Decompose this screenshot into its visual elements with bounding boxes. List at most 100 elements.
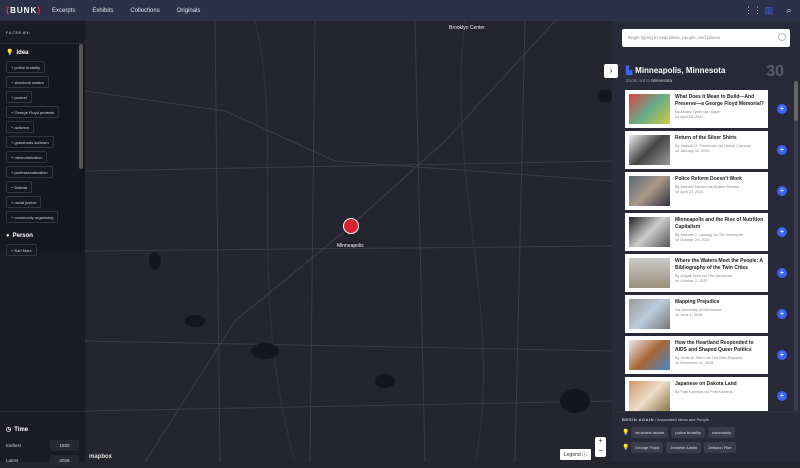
idea-tag[interactable]: + racial justice bbox=[6, 196, 42, 208]
add-button[interactable]: + bbox=[777, 391, 787, 401]
card-date: on April 23, 2021 bbox=[675, 190, 704, 194]
spinner-icon bbox=[778, 33, 786, 41]
person-icon: 💡 bbox=[622, 445, 630, 451]
map-search-input[interactable]: Begin typing to map ideas, people, and p… bbox=[622, 29, 790, 47]
card-title[interactable]: Mapping Prejudice bbox=[675, 299, 721, 306]
add-button[interactable]: + bbox=[777, 350, 787, 360]
result-card[interactable]: How the Heartland Responded to AIDS and … bbox=[625, 336, 787, 374]
idea-tag[interactable]: + activism bbox=[6, 121, 34, 133]
map-label-minneapolis: Minneapolis bbox=[337, 243, 364, 249]
earliest-input[interactable]: 1820 bbox=[50, 440, 79, 451]
clock-icon: ◷ bbox=[6, 427, 12, 433]
card-date: on October 20, 2020 bbox=[675, 238, 710, 242]
time-heading: Time bbox=[14, 426, 29, 433]
zoom-controls: + − bbox=[595, 437, 606, 457]
idea-filter-section: 💡 Idea + police brutality + structural ra… bbox=[0, 43, 85, 249]
add-button[interactable]: + bbox=[777, 145, 787, 155]
panel-scrollbar[interactable] bbox=[794, 81, 798, 411]
idea-tag[interactable]: + professionalization bbox=[6, 166, 53, 178]
idea-tag[interactable]: + Dakota bbox=[6, 181, 33, 193]
person-tag[interactable]: + Karl Marx bbox=[6, 244, 37, 256]
idea-tag[interactable]: + protest bbox=[6, 91, 32, 103]
person-chip[interactable]: Zebulon Pike bbox=[704, 442, 736, 453]
person-chip[interactable]: Jeanelle Austin bbox=[666, 442, 702, 453]
result-card[interactable]: What Does It Mean to Build—And Preserve—… bbox=[625, 90, 787, 128]
map-icon[interactable]: ▥ bbox=[764, 5, 774, 15]
card-title[interactable]: How the Heartland Responded to AIDS and … bbox=[675, 340, 764, 354]
city-icon: ▙ bbox=[626, 66, 633, 75]
person-icon: ● bbox=[6, 233, 10, 239]
idea-tag[interactable]: + police brutality bbox=[6, 61, 46, 73]
result-card[interactable]: Minneapolis and the Rise of Nutrition Ca… bbox=[625, 213, 787, 251]
begin-again-section: BEGIN AGAIN / Associated Ideas and Peopl… bbox=[612, 411, 800, 462]
nav-exhibits[interactable]: Exhibits bbox=[92, 8, 113, 14]
mapbox-attribution[interactable]: mapbox bbox=[89, 454, 112, 460]
lightbulb-icon: 💡 bbox=[6, 50, 14, 56]
card-title[interactable]: Japanese on Dakota Land bbox=[675, 381, 737, 388]
card-thumbnail bbox=[629, 176, 670, 206]
idea-tag[interactable]: + memorialization bbox=[6, 151, 48, 163]
nav-collections[interactable]: Collections bbox=[130, 8, 159, 14]
card-thumbnail bbox=[629, 217, 670, 247]
collapse-panel-button[interactable]: › bbox=[604, 64, 618, 78]
earliest-label: Earliest bbox=[6, 443, 22, 448]
idea-tag[interactable]: + grassroots activism bbox=[6, 136, 54, 148]
idea-tag[interactable]: + George Floyd protests bbox=[6, 106, 60, 118]
begin-again-sub: / Associated Ideas and People bbox=[655, 417, 709, 422]
grid-icon[interactable]: ⋮⋮ bbox=[744, 5, 762, 15]
map-canvas[interactable]: Brooklyn Center Minneapolis mapbox Legen… bbox=[85, 21, 612, 462]
location-marker[interactable] bbox=[343, 218, 359, 234]
nav-originals[interactable]: Originals bbox=[177, 8, 201, 14]
result-count: 30 bbox=[766, 63, 784, 80]
add-button[interactable]: + bbox=[777, 309, 787, 319]
result-card[interactable]: Return of the Silver Shirts By Samuel G. … bbox=[625, 131, 787, 169]
result-card[interactable]: Japanese on Dakota Land By Patti Kameya v… bbox=[625, 377, 787, 415]
bunk-logo[interactable]: {BUNK} bbox=[6, 6, 52, 15]
person-filter-section: ● Person + Karl Marx bbox=[0, 228, 85, 259]
idea-tag[interactable]: + structural racism bbox=[6, 76, 49, 88]
card-date: on October 2, 2020 bbox=[675, 279, 708, 283]
card-title[interactable]: Minneapolis and the Rise of Nutrition Ca… bbox=[675, 217, 764, 231]
latest-input[interactable]: 2026 bbox=[50, 455, 79, 466]
sidebar-scrollbar[interactable] bbox=[79, 44, 83, 169]
card-date: on November 11, 2025 bbox=[675, 361, 714, 365]
map-label-brooklyn-center: Brooklyn Center bbox=[449, 25, 485, 31]
search-icon[interactable]: ⌕ bbox=[784, 5, 794, 15]
zoom-out-button[interactable]: − bbox=[595, 447, 606, 457]
person-heading: Person bbox=[12, 233, 33, 239]
nav-excerpts[interactable]: Excerpts bbox=[52, 8, 75, 14]
map-roads bbox=[85, 21, 612, 462]
idea-tag[interactable]: + community organizing bbox=[6, 211, 59, 223]
result-card[interactable]: Mapping Prejudice Via University of Minne… bbox=[625, 295, 787, 333]
idea-chip[interactable]: community bbox=[707, 427, 736, 438]
person-chip[interactable]: George Floyd bbox=[631, 442, 664, 453]
zoom-out-link[interactable]: Zoom out to Minnesota bbox=[626, 78, 672, 83]
add-button[interactable]: + bbox=[777, 268, 787, 278]
idea-chip[interactable]: police brutality bbox=[671, 427, 705, 438]
time-filter-section: ◷ Time Earliest 1820 Latest 2026 bbox=[0, 411, 85, 468]
results-list: What Does It Mean to Build—And Preserve—… bbox=[625, 90, 795, 418]
card-thumbnail bbox=[629, 94, 670, 124]
begin-again-label: BEGIN AGAIN bbox=[622, 417, 655, 422]
lightbulb-icon: 💡 bbox=[622, 430, 630, 436]
card-title[interactable]: What Does It Mean to Build—And Preserve—… bbox=[675, 94, 764, 108]
idea-heading: Idea bbox=[16, 49, 29, 56]
legend-button[interactable]: Legend ⓘ bbox=[560, 449, 592, 460]
card-date: on June 1, 2016 bbox=[675, 313, 703, 317]
idea-chip[interactable]: structural racism bbox=[631, 427, 669, 438]
add-button[interactable]: + bbox=[777, 186, 787, 196]
add-button[interactable]: + bbox=[777, 227, 787, 237]
card-date: on April 26, 2021 bbox=[675, 115, 704, 119]
zoom-in-button[interactable]: + bbox=[595, 437, 606, 447]
filter-sidebar: FILTER BY: 💡 Idea + police brutality + st… bbox=[0, 21, 85, 466]
card-title[interactable]: Police Reform Doesn't Work bbox=[675, 176, 742, 183]
card-thumbnail bbox=[629, 340, 670, 370]
result-card[interactable]: Police Reform Doesn't Work By Michael Mei… bbox=[625, 172, 787, 210]
location-title: ▙ Minneapolis, Minnesota bbox=[626, 66, 726, 75]
card-title[interactable]: Return of the Silver Shirts bbox=[675, 135, 751, 142]
add-button[interactable]: + bbox=[777, 104, 787, 114]
info-icon: ⓘ bbox=[582, 452, 588, 458]
card-thumbnail bbox=[629, 381, 670, 411]
result-card[interactable]: Where the Waters Meet the People: A Bibl… bbox=[625, 254, 787, 292]
card-title[interactable]: Where the Waters Meet the People: A Bibl… bbox=[675, 258, 764, 272]
